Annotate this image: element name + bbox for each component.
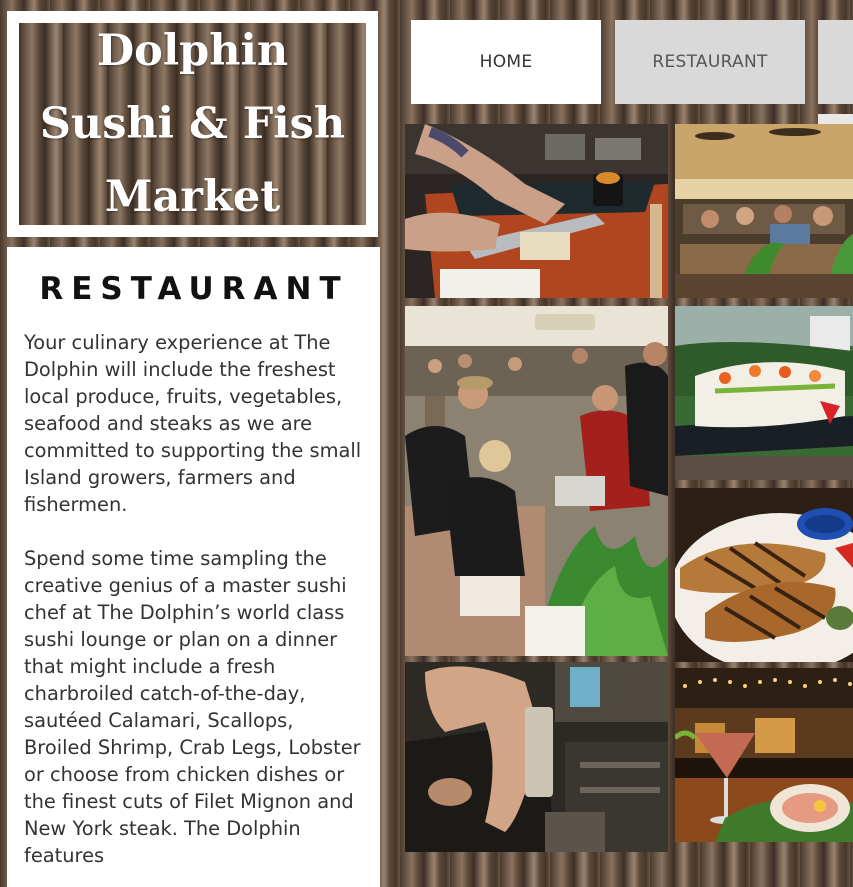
cocktail-patio-photo[interactable] — [675, 668, 853, 842]
logo-line-1: Dolphin — [96, 25, 289, 76]
cocktail-patio-image — [675, 668, 853, 842]
fish-market-crowd-image — [405, 306, 668, 656]
logo-title: Dolphin Sushi & Fish Market — [40, 15, 345, 234]
page: { "site": { "logo_line1": "Dolphin", "lo… — [0, 0, 853, 887]
logo-background: Dolphin Sushi & Fish Market — [19, 23, 366, 225]
logo-line-2: Sushi & Fish — [39, 98, 346, 149]
content-panel: RESTAURANT Your culinary experience at T… — [7, 247, 380, 887]
dining-room-image — [675, 124, 853, 298]
nav-home-button[interactable]: HOME — [411, 20, 601, 104]
dining-room-photo[interactable] — [675, 124, 853, 298]
fish-market-crowd-photo[interactable] — [405, 306, 668, 656]
sushi-chef-photo[interactable] — [405, 124, 668, 298]
bartender-hand-image — [405, 662, 668, 852]
grilled-fish-image — [675, 488, 853, 662]
nav-more-button[interactable] — [818, 20, 853, 104]
page-heading: RESTAURANT — [39, 271, 349, 307]
logo-line-3: Market — [104, 171, 281, 222]
bartender-hand-photo[interactable] — [405, 662, 668, 852]
intro-paragraph: Your culinary experience at The Dolphin … — [24, 331, 362, 516]
site-logo[interactable]: Dolphin Sushi & Fish Market — [7, 11, 378, 237]
nav-restaurant-button[interactable]: RESTAURANT — [615, 20, 805, 104]
grilled-fish-photo[interactable] — [675, 488, 853, 662]
sushi-chef-image — [405, 124, 668, 298]
sushi-platter-image — [675, 306, 853, 480]
sushi-platter-photo[interactable] — [675, 306, 853, 480]
details-paragraph: Spend some time sampling the creative ge… — [24, 547, 361, 867]
